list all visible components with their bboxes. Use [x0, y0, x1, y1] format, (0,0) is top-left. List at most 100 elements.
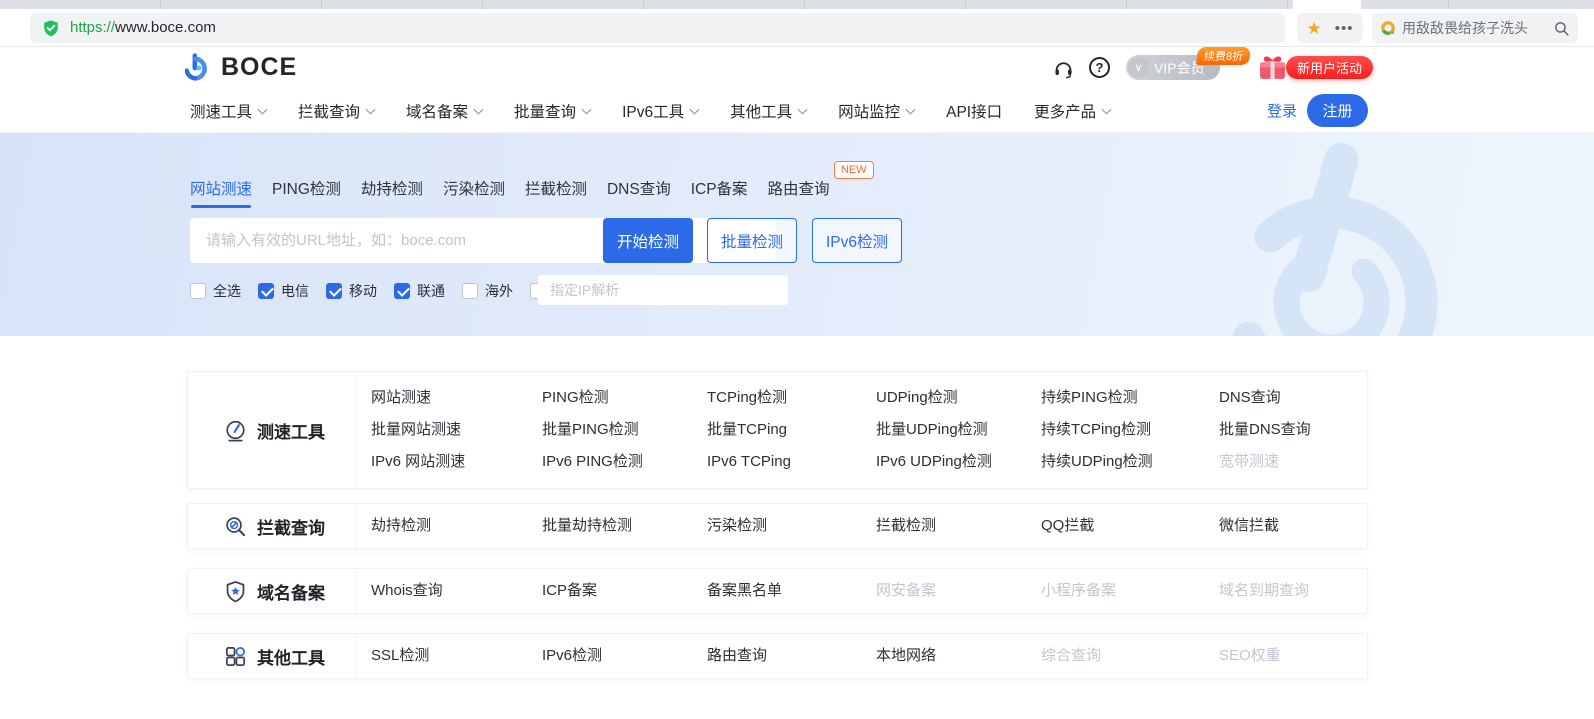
- line-option[interactable]: 海外: [462, 281, 513, 301]
- boce-logo-icon: [185, 52, 216, 83]
- more-menu-icon[interactable]: •••: [1335, 21, 1354, 36]
- nav-item-label: 更多产品: [1034, 103, 1097, 121]
- tool-link[interactable]: SSL检测: [371, 640, 542, 672]
- tool-link[interactable]: 污染检测: [707, 510, 876, 542]
- category-links: 网站测速 PING检测 TCPing检测 UDPing检测 持续PING检测 DNS查询批…: [356, 372, 1367, 488]
- checkbox[interactable]: [394, 283, 410, 299]
- block-search-icon: [224, 515, 247, 538]
- tool-link[interactable]: 路由查询: [707, 640, 876, 672]
- checkbox-label: 移动: [349, 283, 377, 299]
- tool-card: 测速工具 网站测速 PING检测 TCPing检测 UDPing检测 持续PING检测 DN…: [187, 371, 1368, 489]
- ip-resolve-input[interactable]: [538, 275, 788, 305]
- hero-tab[interactable]: ICP备案: [691, 177, 748, 208]
- chevron-down-icon: [473, 104, 484, 114]
- tool-link[interactable]: IPv6 TCPing: [707, 446, 876, 478]
- tool-link[interactable]: 持续PING检测: [1041, 382, 1219, 414]
- nav-item-label: 拦截查询: [298, 103, 361, 121]
- nav-item[interactable]: IPv6工具: [622, 100, 700, 122]
- line-option[interactable]: 移动: [326, 281, 377, 301]
- tool-link[interactable]: Whois查询: [371, 575, 542, 607]
- checkbox[interactable]: [190, 283, 206, 299]
- hero-tab[interactable]: PING检测: [272, 177, 341, 208]
- tool-link[interactable]: 批量DNS查询: [1219, 414, 1367, 446]
- tool-link[interactable]: TCPing检测: [707, 382, 876, 414]
- tool-link[interactable]: 拦截检测: [876, 510, 1041, 542]
- batch-test-button[interactable]: 批量检测: [707, 218, 797, 263]
- line-option[interactable]: 全选: [190, 281, 241, 301]
- gift-icon[interactable]: [1257, 52, 1288, 81]
- help-icon[interactable]: ?: [1089, 57, 1110, 78]
- tool-link[interactable]: 批量TCPing: [707, 414, 876, 446]
- tool-link[interactable]: 网站测速: [371, 382, 542, 414]
- tool-link[interactable]: UDPing检测: [876, 382, 1041, 414]
- nav-item-label: API接口: [946, 103, 1003, 121]
- nav-item[interactable]: 网站监控: [838, 100, 916, 122]
- tool-link[interactable]: 本地网络: [876, 640, 1041, 672]
- line-option[interactable]: 电信: [258, 281, 309, 301]
- tool-link[interactable]: 批量劫持检测: [542, 510, 707, 542]
- ipv6-test-button[interactable]: IPv6检测: [812, 218, 902, 263]
- tool-link[interactable]: 批量PING检测: [542, 414, 707, 446]
- hero-tab[interactable]: 劫持检测: [361, 177, 423, 208]
- nav-item[interactable]: 拦截查询: [298, 100, 376, 122]
- nav-item-label: 批量查询: [514, 103, 577, 121]
- nav-item[interactable]: API接口: [946, 100, 1002, 122]
- browser-tabstrip[interactable]: [0, 0, 1594, 9]
- tool-link[interactable]: DNS查询: [1219, 382, 1367, 414]
- tool-link[interactable]: PING检测: [542, 382, 707, 414]
- tool-link[interactable]: 微信拦截: [1219, 510, 1367, 542]
- nav-item[interactable]: 测速工具: [190, 100, 268, 122]
- tool-link[interactable]: IPv6 PING检测: [542, 446, 707, 478]
- hero-section: 网站测速 PING检测 劫持检测 污染检测 拦截检测 DNS查询 ICP备案 路由查询 NEW …: [0, 133, 1594, 336]
- browser-search-box[interactable]: [1372, 13, 1578, 43]
- nav-item[interactable]: 批量查询: [514, 100, 592, 122]
- tool-link: 网安备案: [876, 582, 937, 599]
- login-link[interactable]: 登录: [1267, 88, 1297, 133]
- nav-item-label: 域名备案: [406, 103, 469, 121]
- new-user-activity-button[interactable]: 新用户活动: [1286, 56, 1374, 79]
- tool-link[interactable]: IPv6 UDPing检测: [876, 446, 1041, 478]
- magnifier-icon[interactable]: [1553, 20, 1570, 37]
- checkbox[interactable]: [326, 283, 342, 299]
- boce-logo[interactable]: BOCE: [185, 52, 297, 83]
- tool-link[interactable]: IPv6 网站测速: [371, 446, 542, 478]
- headset-icon[interactable]: [1052, 57, 1074, 79]
- hero-tab[interactable]: 污染检测: [443, 177, 505, 208]
- checkbox[interactable]: [258, 283, 274, 299]
- tool-link[interactable]: IPv6检测: [542, 640, 707, 672]
- page-url: https://www.boce.com: [70, 19, 216, 37]
- tool-card: 其他工具 SSL检测 IPv6检测 路由查询 本地网络 综合查询 SEO权重: [187, 633, 1368, 679]
- checkbox[interactable]: [462, 283, 478, 299]
- hero-tab[interactable]: DNS查询: [607, 177, 671, 208]
- tool-link[interactable]: 备案黑名单: [707, 575, 876, 607]
- tool-link[interactable]: 劫持检测: [371, 510, 542, 542]
- tool-link[interactable]: 批量网站测速: [371, 414, 542, 446]
- address-bar[interactable]: https://www.boce.com: [30, 13, 1285, 43]
- hero-tab[interactable]: 网站测速: [190, 177, 252, 208]
- category-header: 测速工具: [188, 372, 356, 488]
- line-option[interactable]: 联通: [394, 281, 445, 301]
- tool-link[interactable]: QQ拦截: [1041, 510, 1219, 542]
- tool-link[interactable]: ICP备案: [542, 575, 707, 607]
- tool-link[interactable]: 批量UDPing检测: [876, 414, 1041, 446]
- vip-crown-icon: ∨: [1128, 57, 1149, 78]
- nav-item-label: 测速工具: [190, 103, 253, 121]
- chevron-down-icon: [1101, 104, 1112, 114]
- nav-item-label: IPv6工具: [622, 103, 685, 121]
- start-test-button[interactable]: 开始检测: [603, 218, 693, 263]
- browser-active-tab[interactable]: [1293, 0, 1361, 9]
- tool-link[interactable]: 持续TCPing检测: [1041, 414, 1219, 446]
- hero-tab[interactable]: 拦截检测: [525, 177, 587, 208]
- nav-item[interactable]: 其他工具: [730, 100, 808, 122]
- tool-link: 小程序备案: [1041, 582, 1117, 599]
- register-button[interactable]: 注册: [1307, 94, 1368, 127]
- tool-link[interactable]: 持续UDPing检测: [1041, 446, 1219, 478]
- hero-tab[interactable]: 路由查询 NEW: [768, 161, 874, 208]
- bookmark-star-icon[interactable]: ★: [1306, 20, 1321, 37]
- new-badge: NEW: [833, 161, 874, 179]
- nav-item[interactable]: 更多产品: [1034, 100, 1112, 122]
- category-header: 其他工具: [188, 634, 356, 678]
- browser-search-input[interactable]: [1402, 20, 1547, 36]
- nav-item[interactable]: 域名备案: [406, 100, 484, 122]
- toolbar-actions: ★ •••: [1297, 13, 1363, 43]
